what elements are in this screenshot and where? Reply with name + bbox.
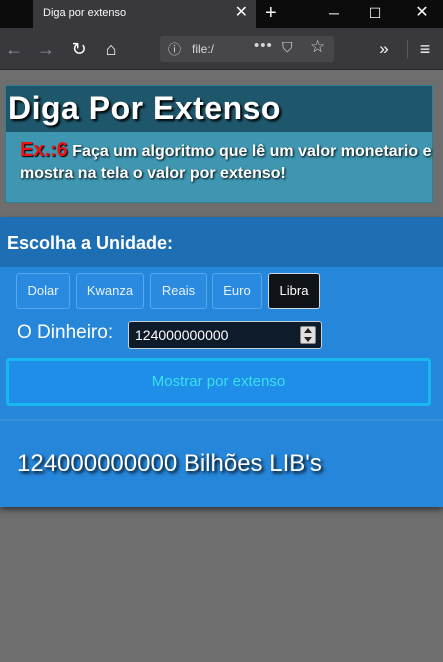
number-spinner[interactable] <box>300 326 316 344</box>
spinner-up-icon[interactable] <box>304 328 312 333</box>
more-dots-icon[interactable]: ••• <box>254 37 273 54</box>
unit-button-libra[interactable]: Libra <box>268 273 320 309</box>
window-close-icon[interactable]: ✕ <box>402 0 442 28</box>
exercise-number: Ex.:6 <box>20 139 68 161</box>
header-title-bar: Diga Por Extenso <box>6 86 432 132</box>
url-text[interactable]: file:/ <box>192 42 214 56</box>
unit-button-dolar[interactable]: Dolar <box>16 273 70 309</box>
panel-title: Escolha a Unidade: <box>7 233 174 253</box>
overflow-icon[interactable]: » <box>372 37 396 61</box>
star-icon[interactable]: ☆ <box>310 37 325 57</box>
close-icon[interactable]: ✕ <box>235 3 248 23</box>
new-tab-icon[interactable]: + <box>265 1 277 25</box>
money-input[interactable]: 124000000000 <box>128 321 322 349</box>
panel-divider <box>0 419 443 421</box>
arrow-right-icon[interactable]: → <box>34 37 58 61</box>
converter-panel: Escolha a Unidade: Dolar Kwanza Reais Eu… <box>0 217 443 507</box>
unit-button-reais[interactable]: Reais <box>150 273 207 309</box>
page-title: Diga Por Extenso <box>8 90 281 126</box>
tab-title: Diga por extenso <box>43 7 127 19</box>
reload-icon[interactable]: ↻ <box>67 37 91 61</box>
pocket-icon[interactable]: ⛉ <box>282 39 293 56</box>
spinner-down-icon[interactable] <box>304 337 312 342</box>
money-label: O Dinheiro: <box>17 322 114 343</box>
browser-nav-bar: ← → ↻ ⌂ ⓘ file:/ ••• ⛉ ☆ » ≡ <box>0 28 443 70</box>
money-input-value[interactable]: 124000000000 <box>135 327 228 343</box>
home-icon[interactable]: ⌂ <box>99 37 123 61</box>
minimize-icon[interactable]: ─ <box>314 0 354 28</box>
unit-button-euro[interactable]: Euro <box>212 273 262 309</box>
browser-tab[interactable]: Diga por extenso ✕ <box>33 0 256 28</box>
exercise-description: Ex.:6 Faça um algoritmo que lê um valor … <box>20 139 432 185</box>
unit-button-kwanza[interactable]: Kwanza <box>76 273 144 309</box>
show-extenso-button[interactable]: Mostrar por extenso <box>6 358 431 406</box>
panel-header: Escolha a Unidade: <box>0 217 443 267</box>
menu-icon[interactable]: ≡ <box>413 37 437 61</box>
nav-divider <box>407 40 408 58</box>
exercise-text: Faça um algoritmo que lê um valor moneta… <box>20 143 432 182</box>
browser-tab-bar: Diga por extenso ✕ + ─ ☐ ✕ <box>0 0 443 28</box>
info-icon[interactable]: ⓘ <box>168 39 181 58</box>
arrow-left-icon[interactable]: ← <box>2 37 26 61</box>
result-text: 124000000000 Bilhões LIB's <box>17 450 322 477</box>
maximize-icon[interactable]: ☐ <box>355 0 395 28</box>
header-box: Diga Por Extenso Ex.:6 Faça um algoritmo… <box>5 85 433 203</box>
url-bar[interactable]: ⓘ file:/ ••• ⛉ ☆ <box>160 36 334 62</box>
